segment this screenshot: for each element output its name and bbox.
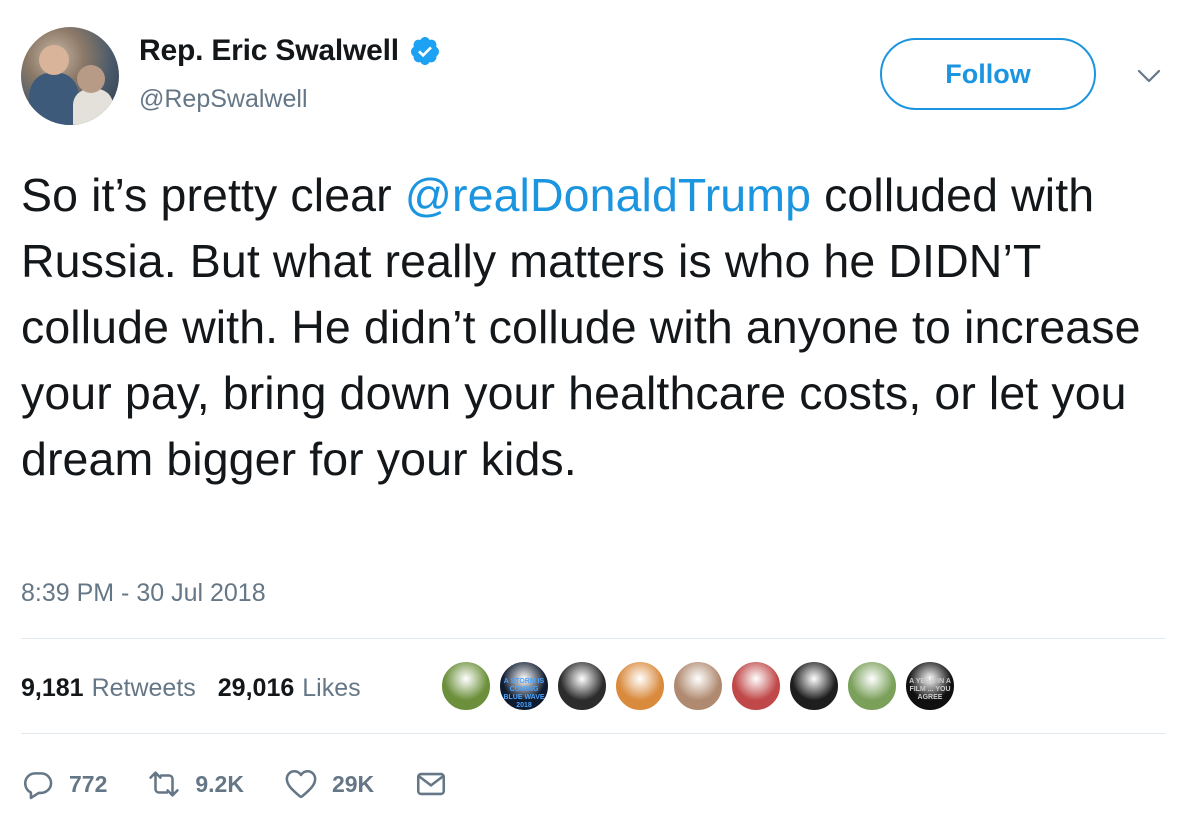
likes-count: 29,016 — [217, 673, 295, 702]
retweet-button[interactable]: 9.2K — [147, 767, 244, 801]
liker-avatar[interactable]: A STORM IS COMING BLUE WAVE 2018 — [498, 660, 550, 712]
direct-message-button[interactable] — [414, 767, 448, 801]
liker-avatar[interactable] — [556, 660, 608, 712]
reply-count: 772 — [69, 770, 108, 797]
tweet-stats: 9,181 Retweets 29,016 Likes — [21, 668, 383, 708]
retweets-label: Retweets — [91, 673, 196, 702]
liker-avatar[interactable] — [614, 660, 666, 712]
like-button[interactable]: 29K — [284, 767, 374, 801]
liker-avatar-text: A YEAR IN A FILM ... YOU AGREE — [909, 678, 951, 701]
like-count: 29K — [331, 770, 375, 797]
liker-avatars: A STORM IS COMING BLUE WAVE 2018 A YEAR I… — [440, 660, 962, 712]
envelope-icon — [417, 772, 446, 796]
retweet-count: 9.2K — [195, 770, 244, 797]
liker-avatar[interactable] — [440, 660, 492, 712]
follow-button[interactable]: Follow — [880, 38, 1096, 110]
divider — [21, 638, 1165, 639]
likes-stat[interactable]: 29,016 Likes — [218, 674, 361, 703]
liker-avatar-text: A STORM IS COMING BLUE WAVE 2018 — [503, 678, 545, 709]
mention-link[interactable]: @realDonaldTrump — [405, 169, 811, 221]
author-handle[interactable]: @RepSwalwell — [139, 85, 308, 114]
divider — [21, 733, 1165, 734]
likes-label: Likes — [302, 673, 361, 702]
liker-avatar[interactable] — [730, 660, 782, 712]
liker-avatar[interactable] — [788, 660, 840, 712]
chevron-down-icon[interactable] — [1136, 66, 1162, 86]
tweet-actions: 772 9.2K 29K — [21, 762, 488, 806]
tweet-timestamp[interactable]: 8:39 PM - 30 Jul 2018 — [21, 579, 266, 608]
tweet-header: Rep. Eric Swalwell @RepSwalwell Follow — [0, 0, 1200, 140]
heart-icon — [285, 769, 317, 799]
author-name[interactable]: Rep. Eric Swalwell — [139, 34, 399, 68]
liker-avatar[interactable] — [672, 660, 724, 712]
retweets-count: 9,181 — [21, 673, 84, 702]
retweets-stat[interactable]: 9,181 Retweets — [21, 674, 196, 703]
liker-avatar[interactable] — [846, 660, 898, 712]
verified-badge-icon — [410, 37, 439, 65]
tweet-text-start: So it’s pretty clear — [21, 169, 405, 221]
tweet-text: So it’s pretty clear @realDonaldTrump co… — [21, 162, 1181, 492]
author-avatar[interactable] — [21, 27, 119, 125]
author-name-row: Rep. Eric Swalwell — [139, 34, 441, 68]
retweet-icon — [149, 771, 180, 797]
liker-avatar[interactable]: A YEAR IN A FILM ... YOU AGREE — [904, 660, 956, 712]
reply-icon — [23, 772, 53, 800]
reply-button[interactable]: 772 — [21, 767, 107, 801]
